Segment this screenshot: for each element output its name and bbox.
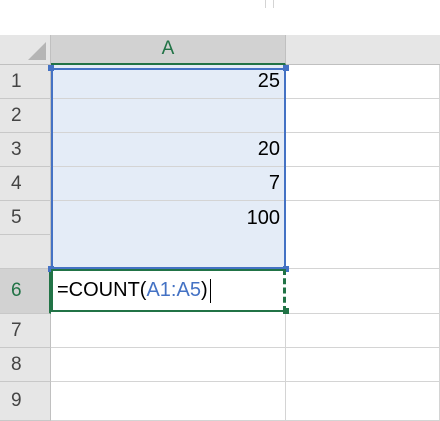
active-cell-a6-editor[interactable]: =COUNT(A1:A5) bbox=[51, 269, 286, 312]
column-header-label: A bbox=[161, 38, 175, 59]
cell-b7[interactable] bbox=[286, 314, 440, 348]
range-resize-handle[interactable] bbox=[48, 65, 54, 71]
cell-a8[interactable] bbox=[51, 348, 286, 382]
cell-a7[interactable] bbox=[51, 314, 286, 348]
select-all-triangle-icon bbox=[28, 42, 46, 60]
row-number: 2 bbox=[11, 104, 22, 126]
cell-a5[interactable]: 100 bbox=[51, 201, 286, 269]
fill-handle[interactable] bbox=[283, 308, 289, 314]
cell-a4[interactable]: 7 bbox=[51, 167, 286, 201]
column-header-b[interactable] bbox=[286, 35, 440, 65]
cell-b9[interactable] bbox=[286, 382, 440, 421]
row-header-4[interactable]: 4 bbox=[0, 167, 51, 201]
row-header-6[interactable]: 6 bbox=[0, 269, 51, 314]
row-header-3[interactable]: 3 bbox=[0, 133, 51, 167]
row-number: 7 bbox=[11, 319, 22, 341]
divider bbox=[273, 0, 274, 8]
row-number: 9 bbox=[11, 390, 22, 411]
row-header-spacer bbox=[0, 235, 51, 269]
cell-b8[interactable] bbox=[286, 348, 440, 382]
cell-b1[interactable] bbox=[286, 65, 440, 99]
cell-a1[interactable]: 25 bbox=[51, 65, 286, 99]
cell-b4[interactable] bbox=[286, 167, 440, 201]
column-header-a[interactable]: A bbox=[51, 35, 286, 65]
cell-a9[interactable] bbox=[51, 382, 286, 421]
divider bbox=[265, 0, 266, 8]
select-all-button[interactable] bbox=[0, 35, 51, 65]
row-header-1[interactable]: 1 bbox=[0, 65, 51, 99]
cell-a3[interactable]: 20 bbox=[51, 133, 286, 167]
text-caret bbox=[209, 278, 211, 303]
cell-b3[interactable] bbox=[286, 133, 440, 167]
formula-close: ) bbox=[200, 279, 208, 301]
ribbon-edge bbox=[0, 0, 440, 35]
cell-b5[interactable] bbox=[286, 201, 440, 269]
cell-b6[interactable] bbox=[286, 269, 440, 314]
row-number: 8 bbox=[11, 353, 22, 375]
cell-a2[interactable] bbox=[51, 99, 286, 133]
row-number: 1 bbox=[11, 70, 22, 92]
row-header-7[interactable]: 7 bbox=[0, 314, 51, 348]
row-header-9[interactable]: 9 bbox=[0, 382, 51, 421]
row-number: 6 bbox=[11, 280, 22, 301]
row-header-5[interactable]: 5 bbox=[0, 201, 51, 235]
formula-range-ref: A1:A5 bbox=[146, 279, 201, 301]
range-resize-handle[interactable] bbox=[283, 65, 289, 71]
row-header-2[interactable]: 2 bbox=[0, 99, 51, 133]
row-number: 3 bbox=[11, 138, 22, 160]
cell-b2[interactable] bbox=[286, 99, 440, 133]
row-number: 5 bbox=[11, 206, 22, 228]
formula-function: =COUNT( bbox=[57, 279, 147, 301]
row-number: 4 bbox=[11, 172, 22, 194]
row-header-8[interactable]: 8 bbox=[0, 348, 51, 382]
